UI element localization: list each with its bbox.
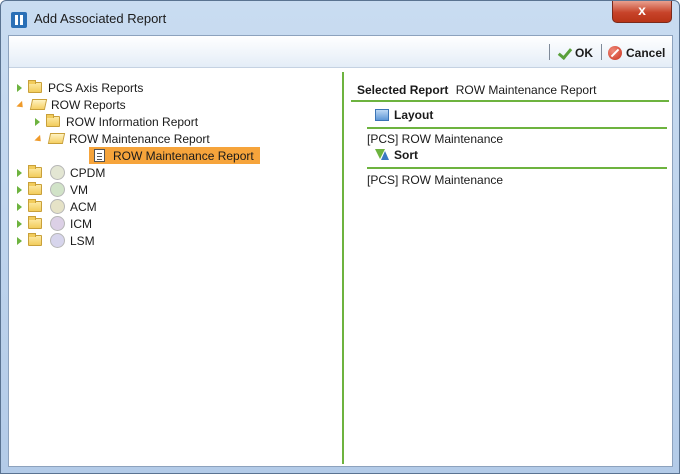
ok-button[interactable]: OK [557, 44, 593, 62]
expand-arrow-icon[interactable] [17, 185, 22, 194]
toolbar: OK Cancel [9, 36, 672, 68]
tree-item-acm[interactable]: ACM [17, 198, 97, 215]
collapse-arrow-icon[interactable] [34, 134, 44, 145]
sort-icon [375, 149, 389, 161]
folder-icon [28, 199, 42, 212]
sort-section-header: Sort [375, 148, 418, 162]
folder-icon [46, 114, 60, 127]
sort-label: Sort [394, 148, 418, 162]
dialog-client: OK Cancel PCS Axis Reports ROW Reports R… [8, 35, 673, 467]
layout-value: [PCS] ROW Maintenance [367, 132, 504, 146]
layout-label: Layout [394, 108, 434, 122]
tree-item-label: ROW Maintenance Report [113, 148, 254, 163]
selected-report: Selected Report ROW Maintenance Report [357, 83, 596, 97]
tree-item-label: ROW Information Report [66, 114, 199, 129]
tree-item-label: ROW Reports [51, 97, 126, 112]
expand-arrow-icon[interactable] [17, 202, 22, 211]
selected-report-label: Selected Report [357, 83, 449, 97]
tree-item-label: ACM [70, 199, 97, 214]
acm-module-icon [50, 199, 65, 214]
folder-icon [28, 216, 42, 229]
lsm-module-icon [50, 233, 65, 248]
tree-item-label: ROW Maintenance Report [69, 131, 210, 146]
tree-item-lsm[interactable]: LSM [17, 232, 95, 249]
expand-arrow-icon[interactable] [17, 168, 22, 177]
selected-report-value: ROW Maintenance Report [455, 83, 597, 97]
expand-arrow-icon[interactable] [17, 219, 22, 228]
vm-module-icon [50, 182, 65, 197]
open-folder-icon [47, 133, 66, 144]
checkmark-icon [557, 46, 571, 60]
tree-item-label: ICM [70, 216, 92, 231]
app-icon [11, 12, 27, 28]
toolbar-separator [549, 44, 550, 60]
tree-item-row-reports[interactable]: ROW Reports [16, 96, 126, 113]
tree-item-label: VM [70, 182, 88, 197]
expand-arrow-icon[interactable] [17, 83, 22, 92]
tree-item-row-maintenance-report-selected[interactable]: ROW Maintenance Report [89, 147, 260, 164]
report-icon [94, 149, 105, 162]
layout-section-header: Layout [375, 108, 433, 122]
folder-icon [28, 165, 42, 178]
report-details: Selected Report ROW Maintenance Report L… [349, 69, 672, 466]
cpdm-module-icon [50, 165, 65, 180]
toolbar-separator [601, 44, 602, 60]
tree-item-vm[interactable]: VM [17, 181, 88, 198]
ok-label: OK [575, 46, 593, 60]
report-tree[interactable]: PCS Axis Reports ROW Reports ROW Informa… [9, 69, 341, 466]
tree-item-label: LSM [70, 233, 95, 248]
cancel-button[interactable]: Cancel [608, 44, 665, 62]
pane-splitter[interactable] [342, 72, 346, 464]
tree-item-pcs-axis-reports[interactable]: PCS Axis Reports [17, 79, 143, 96]
sort-value: [PCS] ROW Maintenance [367, 173, 504, 187]
section-divider [351, 100, 669, 102]
tree-item-label: PCS Axis Reports [48, 80, 144, 95]
icm-module-icon [50, 216, 65, 231]
close-button[interactable]: x [612, 1, 672, 23]
section-divider [367, 167, 667, 169]
folder-icon [28, 233, 42, 246]
section-divider [367, 127, 667, 129]
tree-item-row-maintenance-folder[interactable]: ROW Maintenance Report [34, 130, 210, 147]
title-bar[interactable]: Add Associated Report x [1, 1, 679, 35]
expand-arrow-icon[interactable] [35, 117, 40, 126]
tree-item-label: CPDM [70, 165, 106, 180]
collapse-arrow-icon[interactable] [16, 100, 26, 111]
open-folder-icon [29, 99, 48, 110]
window-title: Add Associated Report [34, 11, 167, 26]
cancel-icon [608, 46, 622, 60]
folder-icon [28, 80, 42, 93]
dialog-window: Add Associated Report x OK Cancel PCS Ax… [0, 0, 680, 474]
tree-item-icm[interactable]: ICM [17, 215, 92, 232]
expand-arrow-icon[interactable] [17, 236, 22, 245]
tree-item-cpdm[interactable]: CPDM [17, 164, 105, 181]
folder-icon [28, 182, 42, 195]
tree-item-row-information-report[interactable]: ROW Information Report [35, 113, 198, 130]
cancel-label: Cancel [626, 46, 666, 60]
layout-icon [375, 109, 389, 121]
